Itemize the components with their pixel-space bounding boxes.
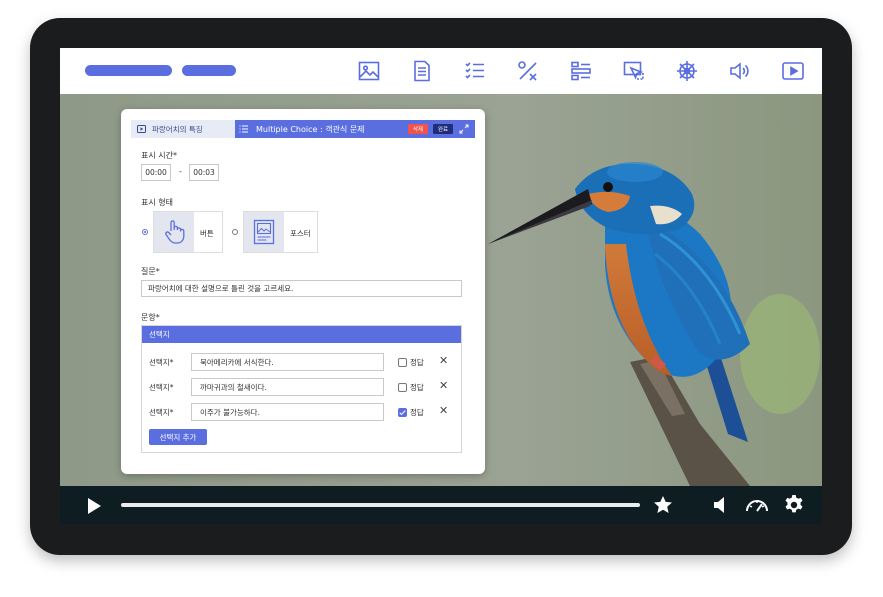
display-button-radio[interactable] bbox=[142, 229, 148, 235]
display-option-poster-label: 포스터 bbox=[290, 229, 311, 238]
editor-tab-bar: 파랑어치의 특징 Multiple Choice : 객관식 문제 삭제 완료 bbox=[131, 120, 475, 138]
percent-icon[interactable] bbox=[513, 57, 543, 85]
form-icon[interactable] bbox=[566, 57, 596, 85]
display-poster-radio[interactable] bbox=[232, 229, 238, 235]
question-input[interactable]: 파랑어치에 대한 설명으로 틀린 것을 고르세요. bbox=[141, 280, 462, 297]
answer-label: 정답 bbox=[410, 408, 424, 417]
answer-label: 정답 bbox=[410, 383, 424, 392]
choice-label: 선택지* bbox=[149, 358, 174, 367]
answer-label: 정답 bbox=[410, 358, 424, 367]
remove-choice-icon[interactable]: ✕ bbox=[439, 354, 448, 367]
progress-bar[interactable] bbox=[121, 503, 640, 507]
question-editor-panel: 파랑어치의 특징 Multiple Choice : 객관식 문제 삭제 완료 … bbox=[121, 109, 485, 474]
choices-header: 선택지 bbox=[142, 326, 461, 343]
items-label: 문항* bbox=[141, 313, 160, 322]
play-icon[interactable] bbox=[84, 496, 104, 516]
correct-checkbox[interactable] bbox=[398, 408, 407, 417]
tab-question-label: Multiple Choice : 객관식 문제 bbox=[256, 124, 365, 134]
display-option-button[interactable]: 버튼 bbox=[153, 211, 223, 253]
expand-icon[interactable] bbox=[459, 124, 469, 134]
speed-gauge-icon[interactable] bbox=[744, 494, 770, 516]
list-icon bbox=[239, 125, 248, 133]
tab-video[interactable]: 파랑어치의 특징 bbox=[131, 120, 235, 138]
choice-row: 선택지* 까마귀과의 철새이다. 정답 ✕ bbox=[142, 378, 461, 396]
choice-input[interactable]: 북아메리카에 서식한다. bbox=[191, 353, 384, 371]
choice-label: 선택지* bbox=[149, 383, 174, 392]
star-icon[interactable] bbox=[652, 494, 674, 516]
play-box-icon[interactable] bbox=[778, 57, 808, 85]
correct-checkbox[interactable] bbox=[398, 358, 407, 367]
choice-input[interactable]: 까마귀과의 철새이다. bbox=[191, 378, 384, 396]
document-icon[interactable] bbox=[407, 57, 437, 85]
remove-choice-icon[interactable]: ✕ bbox=[439, 379, 448, 392]
display-option-button-label: 버튼 bbox=[200, 229, 214, 238]
volume-icon[interactable] bbox=[711, 495, 731, 515]
image-icon[interactable] bbox=[354, 57, 384, 85]
display-type-label: 표시 형태 bbox=[141, 198, 173, 207]
app-screen: 파랑어치의 특징 Multiple Choice : 객관식 문제 삭제 완료 … bbox=[60, 48, 822, 524]
screen-select-icon[interactable] bbox=[619, 57, 649, 85]
poster-icon bbox=[244, 212, 284, 252]
choice-row: 선택지* 북아메리카에 서식한다. 정답 ✕ bbox=[142, 353, 461, 371]
correct-checkbox[interactable] bbox=[398, 383, 407, 392]
done-button[interactable]: 완료 bbox=[433, 124, 453, 134]
start-time-input[interactable]: 00:00 bbox=[141, 164, 171, 181]
choice-label: 선택지* bbox=[149, 408, 174, 417]
subtitle-placeholder-bar bbox=[182, 65, 236, 76]
display-option-poster[interactable]: 포스터 bbox=[243, 211, 318, 253]
volume-icon[interactable] bbox=[725, 57, 755, 85]
time-separator: - bbox=[179, 167, 182, 176]
choice-input[interactable]: 이주가 불가능하다. bbox=[191, 403, 384, 421]
helm-icon[interactable] bbox=[672, 57, 702, 85]
tab-question[interactable]: Multiple Choice : 객관식 문제 bbox=[239, 120, 419, 138]
video-icon bbox=[137, 125, 146, 133]
end-time-input[interactable]: 00:03 bbox=[189, 164, 219, 181]
delete-button[interactable]: 삭제 bbox=[408, 124, 428, 134]
tab-video-label: 파랑어치의 특징 bbox=[152, 124, 203, 134]
choice-row: 선택지* 이주가 불가능하다. 정답 ✕ bbox=[142, 403, 461, 421]
player-control-bar bbox=[60, 486, 822, 524]
title-placeholder-bar bbox=[85, 65, 172, 76]
settings-icon[interactable] bbox=[782, 493, 806, 517]
remove-choice-icon[interactable]: ✕ bbox=[439, 404, 448, 417]
hand-pointer-icon bbox=[154, 212, 194, 252]
time-label: 표시 시간* bbox=[141, 151, 177, 160]
question-label: 질문* bbox=[141, 267, 160, 276]
top-toolbar bbox=[60, 48, 822, 94]
add-choice-button[interactable]: 선택지 추가 bbox=[149, 429, 207, 445]
choices-box: 선택지 선택지* 북아메리카에 서식한다. 정답 ✕ 선택지* 까마귀과의 철새… bbox=[141, 325, 462, 453]
checklist-icon[interactable] bbox=[460, 57, 490, 85]
